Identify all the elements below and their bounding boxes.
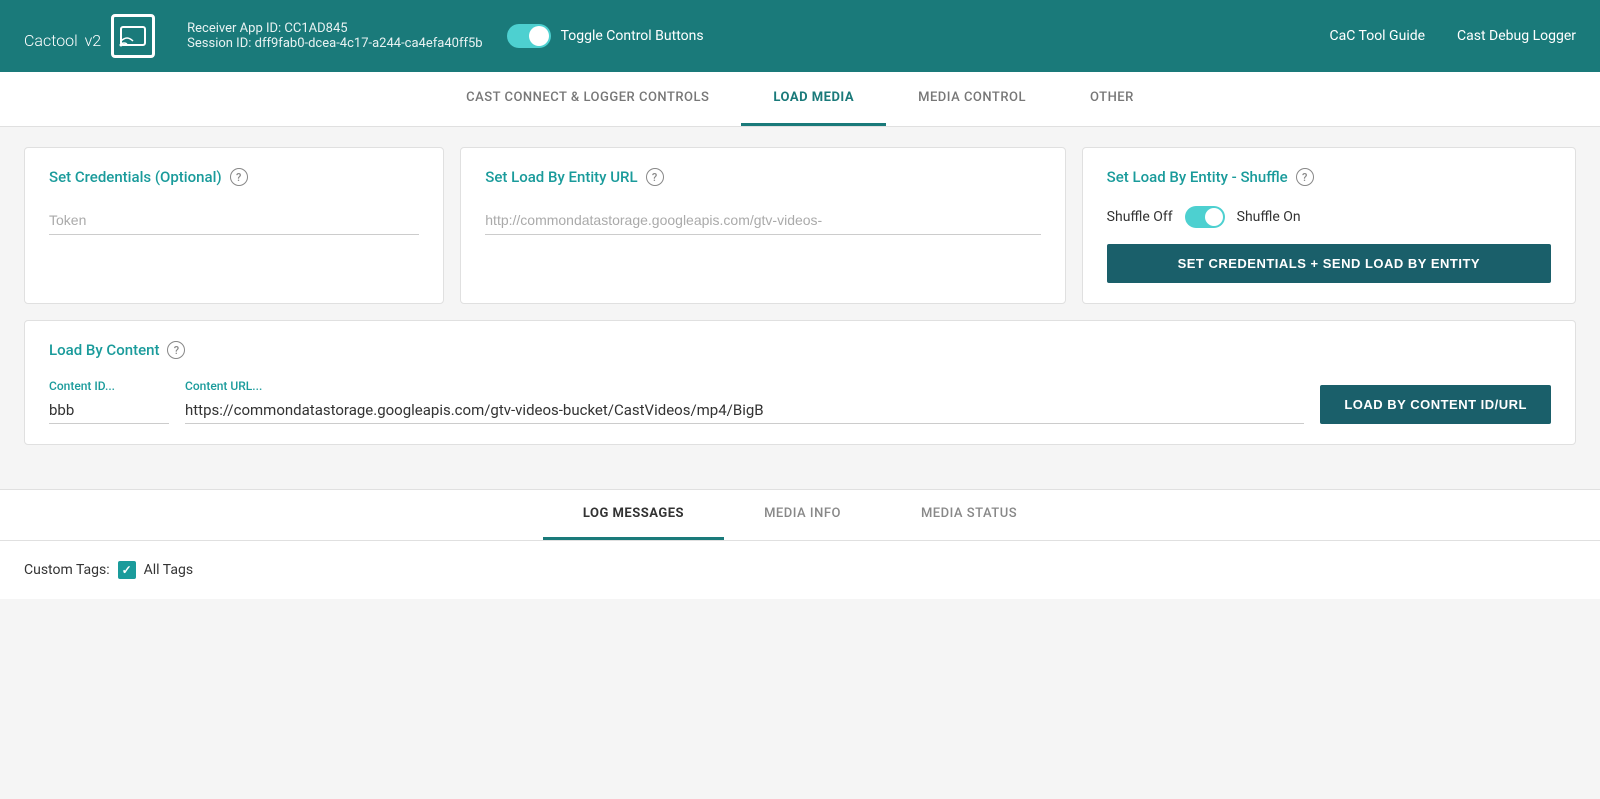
tab-cast-connect[interactable]: CAST CONNECT & LOGGER CONTROLS [434, 72, 741, 126]
cac-tool-guide-link[interactable]: CaC Tool Guide [1330, 28, 1426, 44]
shuffle-on-label: Shuffle On [1237, 209, 1301, 225]
tab-media-control[interactable]: MEDIA CONTROL [886, 72, 1058, 126]
entity-shuffle-help-icon[interactable]: ? [1296, 168, 1314, 186]
app-name: Cactool v2 [24, 20, 101, 53]
credentials-card: Set Credentials (Optional) ? [24, 147, 444, 304]
session-info: Receiver App ID: CC1AD845 Session ID: df… [187, 21, 482, 51]
entity-shuffle-card: Set Load By Entity - Shuffle ? Shuffle O… [1082, 147, 1576, 304]
custom-tags-label: Custom Tags: [24, 562, 110, 578]
shuffle-off-label: Shuffle Off [1107, 209, 1173, 225]
app-header: Cactool v2 Receiver App ID: CC1AD845 Ses… [0, 0, 1600, 72]
load-by-content-card: Load By Content ? Content ID... bbb Cont… [24, 320, 1576, 445]
bottom-tabs: LOG MESSAGES MEDIA INFO MEDIA STATUS [0, 490, 1600, 541]
shuffle-toggle-row: Shuffle Off Shuffle On [1107, 206, 1551, 228]
entity-shuffle-card-title: Set Load By Entity - Shuffle ? [1107, 168, 1551, 186]
all-tags-label: All Tags [144, 562, 193, 578]
credentials-help-icon[interactable]: ? [230, 168, 248, 186]
top-cards-row: Set Credentials (Optional) ? Set Load By… [24, 147, 1576, 304]
content-url-group: Content URL... https://commondatastorage… [185, 379, 1304, 424]
entity-url-help-icon[interactable]: ? [646, 168, 664, 186]
toggle-control-area[interactable]: Toggle Control Buttons [507, 24, 704, 48]
entity-url-card: Set Load By Entity URL ? [460, 147, 1065, 304]
load-content-row: Content ID... bbb Content URL... https:/… [49, 379, 1551, 424]
load-by-content-title: Load By Content ? [49, 341, 1551, 359]
cast-debug-logger-link[interactable]: Cast Debug Logger [1457, 28, 1576, 44]
main-content: Set Credentials (Optional) ? Set Load By… [0, 127, 1600, 485]
load-by-content-help-icon[interactable]: ? [167, 341, 185, 359]
tab-other[interactable]: OTHER [1058, 72, 1166, 126]
tab-media-info[interactable]: MEDIA INFO [724, 490, 881, 540]
logo-area: Cactool v2 [24, 14, 155, 58]
session-info-text: Session ID: dff9fab0-dcea-4c17-a244-ca4e… [187, 36, 482, 51]
all-tags-checkbox[interactable] [118, 561, 136, 579]
cast-icon [111, 14, 155, 58]
set-credentials-send-load-button[interactable]: SET CREDENTIALS + SEND LOAD BY ENTITY [1107, 244, 1551, 283]
tab-load-media[interactable]: LOAD MEDIA [741, 72, 886, 126]
credentials-card-title: Set Credentials (Optional) ? [49, 168, 419, 186]
header-nav: CaC Tool Guide Cast Debug Logger [1330, 28, 1577, 44]
entity-url-card-title: Set Load By Entity URL ? [485, 168, 1040, 186]
main-tabs: CAST CONNECT & LOGGER CONTROLS LOAD MEDI… [0, 72, 1600, 127]
entity-url-input[interactable] [485, 206, 1040, 235]
content-id-label: Content ID... [49, 379, 169, 393]
bottom-content: Custom Tags: All Tags [0, 541, 1600, 599]
shuffle-toggle[interactable] [1185, 206, 1225, 228]
tab-media-status[interactable]: MEDIA STATUS [881, 490, 1057, 540]
content-url-label: Content URL... [185, 379, 1304, 393]
content-url-value[interactable]: https://commondatastorage.googleapis.com… [185, 397, 1304, 424]
token-input[interactable] [49, 206, 419, 235]
toggle-control-switch[interactable] [507, 24, 551, 48]
content-id-group: Content ID... bbb [49, 379, 169, 424]
tab-log-messages[interactable]: LOG MESSAGES [543, 490, 724, 540]
toggle-control-label: Toggle Control Buttons [561, 28, 704, 44]
content-id-value[interactable]: bbb [49, 397, 169, 424]
bottom-section: LOG MESSAGES MEDIA INFO MEDIA STATUS Cus… [0, 489, 1600, 599]
custom-tags-row: Custom Tags: All Tags [24, 561, 1576, 579]
load-by-content-button[interactable]: LOAD BY CONTENT ID/URL [1320, 385, 1551, 424]
receiver-info: Receiver App ID: CC1AD845 [187, 21, 482, 36]
